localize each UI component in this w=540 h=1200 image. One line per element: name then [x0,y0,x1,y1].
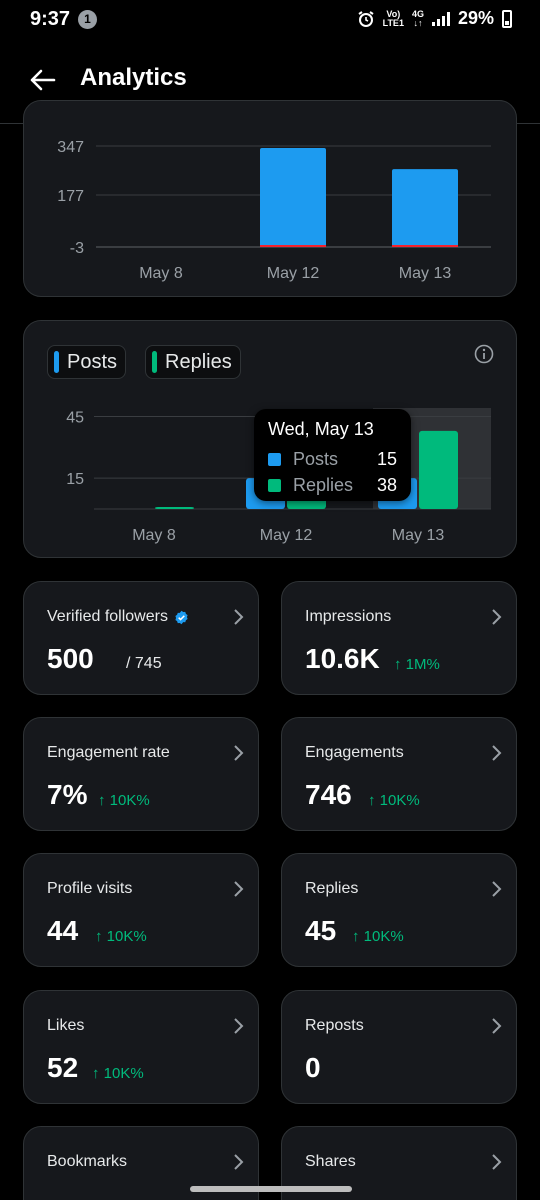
legend-replies[interactable]: Replies [145,345,241,379]
stat-value: 746 [305,779,352,810]
tooltip-posts-value: 15 [376,448,397,469]
stat-delta: ↑ 10K% [92,1065,144,1082]
stat-value: 52 [47,1052,79,1083]
chevron-right-icon [492,609,502,625]
signal-icon [431,11,450,26]
tooltip-posts-label: Posts [293,448,339,469]
network-type-indicator: 4G ↓↑ [411,8,424,28]
posts-swatch [54,351,59,373]
stat-card-engagement-rate[interactable]: Engagement rate 7% ↑ 10K% [23,717,259,831]
status-time: 9:37 [30,8,71,30]
stat-delta: ↑ 10K% [98,792,150,809]
tooltip-replies-value: 38 [376,474,397,495]
chevron-right-icon [234,745,244,761]
tooltip-row-replies: Replies 38 [268,472,397,498]
stat-value: 10.6K [305,643,380,674]
stat-sub: / 745 [126,655,162,672]
stat-label: Profile visits [47,880,133,897]
bar-baseline-mark [392,245,458,247]
replies-swatch [152,351,157,373]
tooltip-replies-swatch [268,478,281,492]
stat-delta: ↑ 10K% [95,928,147,945]
posts-replies-chart-card: Posts Replies 45 15 May 8 May 12 May 13 Wed,… [23,320,517,558]
stat-value: 7% [47,779,88,810]
stat-card-verified-followers[interactable]: Verified followers 500 / 745 [23,581,259,695]
chevron-right-icon [492,745,502,761]
legend-replies-label: Replies [165,350,232,373]
tooltip-replies-label: Replies [293,474,354,495]
stat-delta: ↑ 10K% [368,792,420,809]
legend-posts-label: Posts [67,350,118,373]
chevron-right-icon [234,1018,244,1034]
tooltip-posts-swatch [268,452,281,466]
stat-card-impressions[interactable]: Impressions 10.6K ↑ 1M% [281,581,517,695]
notification-count-badge: 1 [78,10,97,29]
stat-card-engagements[interactable]: Engagements 746 ↑ 10K% [281,717,517,831]
status-bar: 9:37 1 Vo) LTE1 4G ↓↑ 29% [0,0,540,40]
x-tick-label: May 8 [139,265,183,282]
info-icon[interactable] [474,344,494,364]
stat-label: Impressions [305,608,392,625]
battery-percent: 29% [457,8,494,28]
stat-label: Engagement rate [47,744,170,761]
page-title: Analytics [80,64,187,91]
stat-label: Reposts [305,1017,364,1034]
y-tick-label: -3 [70,240,84,257]
bar [260,148,326,247]
stat-label: Verified followers [47,608,189,626]
bar [392,169,458,247]
x-tick-label: May 12 [260,527,313,544]
impressions-chart-card: 347 177 -3 May 8 May 12 May 13 [23,100,517,297]
stat-label: Likes [47,1017,85,1034]
replies-bar [419,430,458,509]
stat-value: 0 [305,1052,321,1083]
chevron-right-icon [234,609,244,625]
y-tick-label: 347 [57,139,84,156]
x-tick-label: May 8 [132,527,176,544]
stat-delta: ↑ 10K% [352,928,404,945]
stat-label: Bookmarks [47,1153,128,1170]
stat-delta: ↑ 1M% [394,656,440,673]
status-icons: Vo) LTE1 4G ↓↑ 29% [357,8,512,29]
impressions-chart: 347 177 -3 May 8 May 12 May 13 [57,139,491,282]
stat-label: Replies [305,880,359,897]
chevron-right-icon [234,881,244,897]
x-tick-label: May 12 [267,265,320,282]
battery-icon [502,9,512,28]
gesture-nav-bar[interactable] [190,1186,352,1192]
chevron-right-icon [234,1154,244,1170]
stat-label: Shares [305,1153,356,1170]
y-tick-label: 45 [66,410,84,427]
x-tick-label: May 13 [392,527,445,544]
stat-label: Engagements [305,744,404,761]
chevron-right-icon [492,881,502,897]
y-tick-label: 15 [66,471,84,488]
legend-posts[interactable]: Posts [47,345,127,379]
stat-value: 44 [47,915,79,946]
stat-value: 500 [47,643,94,674]
stat-value: 45 [305,915,337,946]
y-tick-label: 177 [57,188,84,205]
back-arrow-icon[interactable] [28,66,56,94]
chart-tooltip: Wed, May 13 Posts 15 Replies 38 [254,409,411,501]
x-tick-label: May 13 [399,265,452,282]
stat-card-reposts[interactable]: Reposts 0 [281,990,517,1104]
stat-card-replies[interactable]: Replies 45 ↑ 10K% [281,853,517,967]
verified-badge-icon [175,610,188,624]
bar-baseline-mark [260,245,326,247]
stat-card-likes[interactable]: Likes 52 ↑ 10K% [23,990,259,1104]
tooltip-row-posts: Posts 15 [268,446,397,472]
chevron-right-icon [492,1154,502,1170]
volte-indicator: Vo) LTE1 [382,8,404,28]
replies-bar [155,506,194,509]
alarm-icon [358,10,374,27]
stat-card-profile-visits[interactable]: Profile visits 44 ↑ 10K% [23,853,259,967]
chevron-right-icon [492,1018,502,1034]
tooltip-title: Wed, May 13 [268,419,374,439]
